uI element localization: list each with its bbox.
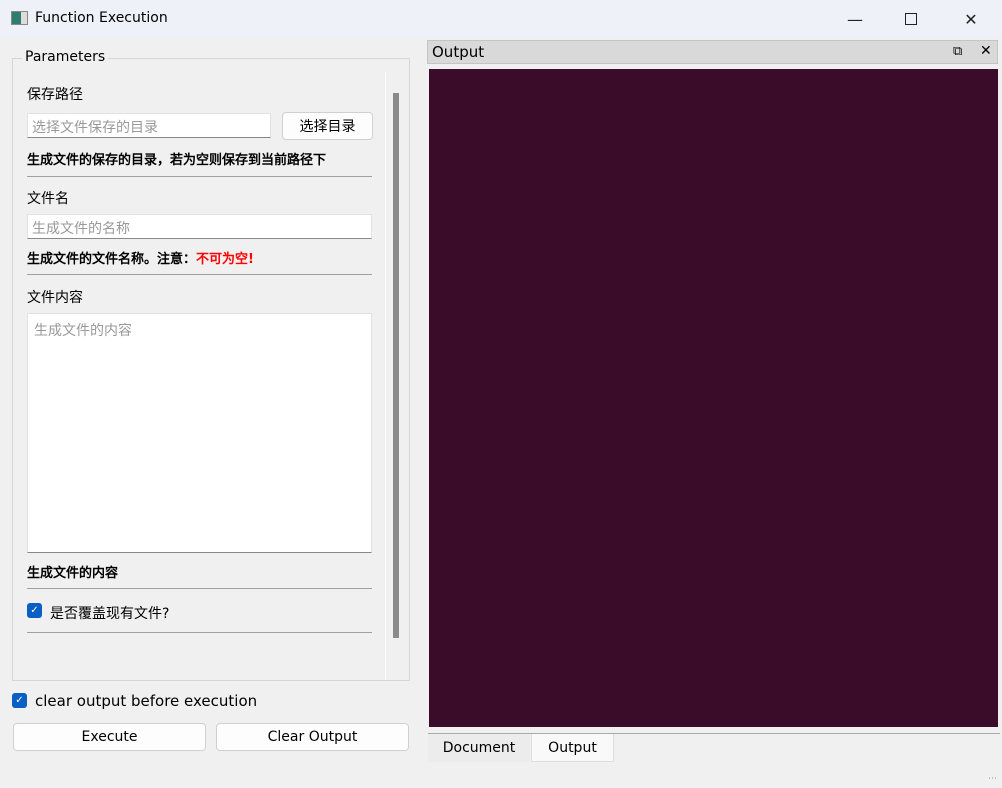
float-dock-icon[interactable]: ⧉	[953, 44, 962, 59]
save-path-input[interactable]: 选择文件保存的目录	[27, 113, 271, 138]
check-icon: ✓	[15, 695, 24, 706]
divider	[27, 632, 372, 633]
minimize-button[interactable]: —	[832, 0, 878, 38]
close-button[interactable]: ✕	[948, 0, 994, 38]
divider	[27, 176, 372, 177]
divider	[27, 274, 372, 275]
resize-grip-icon[interactable]: ⋯	[988, 774, 997, 784]
overwrite-label: 是否覆盖现有文件?	[50, 606, 170, 622]
clear-before-label: clear output before execution	[35, 692, 258, 710]
output-dock-titlebar[interactable]	[427, 40, 998, 64]
output-console[interactable]	[429, 69, 998, 727]
clear-output-button[interactable]: Clear Output	[216, 723, 409, 751]
check-icon: ✓	[30, 605, 39, 616]
execute-button[interactable]: Execute	[13, 723, 206, 751]
scroll-area-edge	[385, 72, 386, 680]
divider	[27, 588, 372, 589]
maximize-button[interactable]	[888, 0, 934, 38]
content-label: 文件内容	[27, 290, 83, 306]
maximize-icon	[905, 13, 917, 25]
content-description: 生成文件的内容	[27, 566, 119, 581]
tab-output[interactable]: Output	[531, 734, 614, 762]
file-name-description: 生成文件的文件名称。注意：不可为空!	[27, 248, 254, 267]
file-name-warning: 不可为空!	[196, 252, 254, 267]
window-title: Function Execution	[35, 10, 168, 26]
file-name-desc-text: 生成文件的文件名称。注意：	[27, 252, 197, 267]
file-name-input[interactable]: 生成文件的名称	[27, 214, 372, 239]
clear-before-checkbox[interactable]: ✓	[12, 693, 27, 708]
save-path-label: 保存路径	[27, 87, 83, 103]
tab-document[interactable]: Document	[428, 734, 530, 762]
save-path-description: 生成文件的保存的目录，若为空则保存到当前路径下	[27, 153, 327, 168]
parameters-group-title: Parameters	[22, 49, 109, 65]
overwrite-checkbox[interactable]: ✓	[27, 603, 42, 618]
app-icon	[11, 11, 28, 25]
choose-directory-button[interactable]: 选择目录	[282, 112, 373, 140]
output-dock-title: Output	[432, 43, 485, 61]
file-name-label: 文件名	[27, 191, 69, 207]
content-textarea[interactable]: 生成文件的内容	[27, 313, 372, 553]
vertical-scrollbar[interactable]	[393, 93, 399, 638]
close-dock-icon[interactable]: ✕	[980, 43, 992, 59]
